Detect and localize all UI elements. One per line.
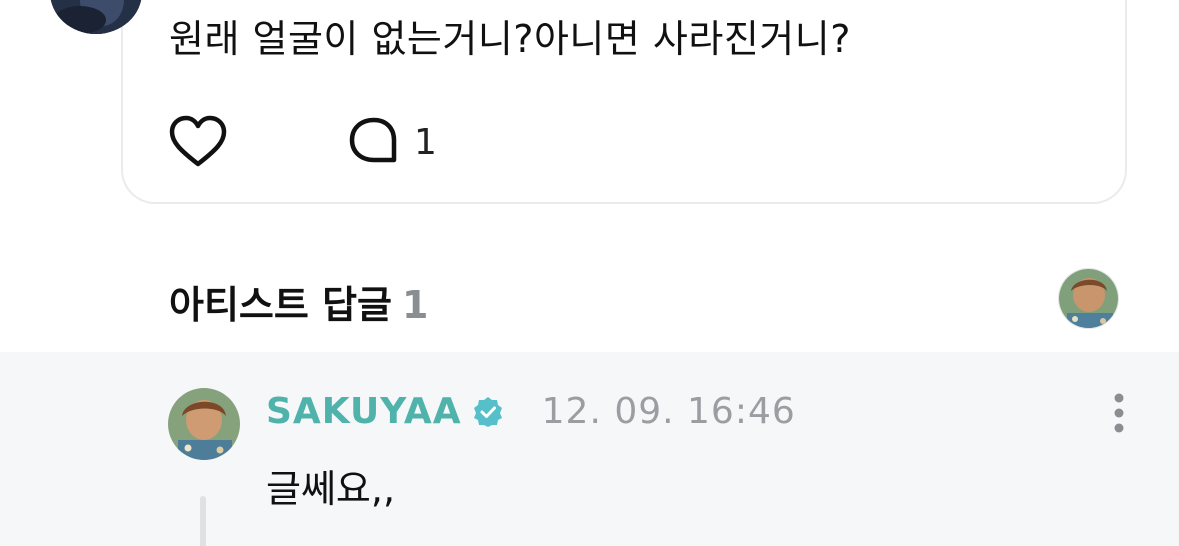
post-text: 원래 얼굴이 없는거니?아니면 사라진거니? [169,17,851,61]
more-vertical-icon [1114,393,1124,433]
reply-more-button[interactable] [1106,392,1132,436]
artist-reply-count: 1 [402,283,429,327]
reply-author-avatar[interactable] [168,388,240,460]
comment-count: 1 [414,121,437,163]
artist-reply-header: 아티스트 답글 1 [169,274,428,329]
artist-avatar-small[interactable] [1058,268,1119,329]
comment-button[interactable]: 1 [348,116,437,168]
reply-meta: SAKUYAA 12. 09. 16:46 [266,391,796,432]
verified-badge-icon [473,396,502,427]
like-button[interactable] [168,114,228,170]
speech-bubble-icon [349,117,397,163]
reply-text: 글쎄요,, [266,467,396,511]
reply-author-name[interactable]: SAKUYAA [266,391,462,432]
reply-timestamp: 12. 09. 16:46 [541,391,796,432]
thread-line [200,496,206,546]
fan-post-thread: 원래 얼굴이 없는거니?아니면 사라진거니? 1 아티스트 답글 1 SAKUY… [0,0,1179,546]
artist-reply-item [0,352,1179,546]
heart-icon [169,115,227,167]
artist-reply-label: 아티스트 답글 [169,283,392,327]
